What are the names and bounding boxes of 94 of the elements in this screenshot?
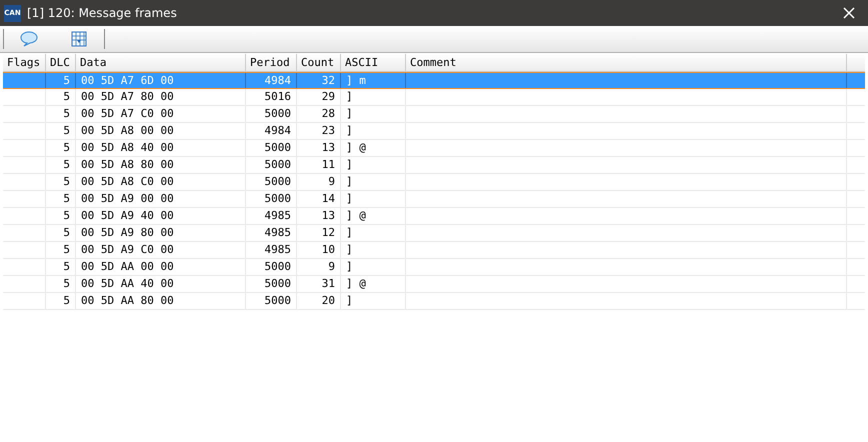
table-cell: ] (341, 225, 406, 241)
table-cell: 5000 (246, 106, 297, 122)
grid-icon (71, 31, 87, 47)
window-title: [1] 120: Message frames (27, 5, 177, 22)
table-cell: 4985 (246, 225, 297, 241)
table-cell: 31 (297, 276, 341, 292)
table-cell: 00 5D A7 C0 00 (76, 106, 246, 122)
table-cell: ] (341, 174, 406, 190)
table-cell: ] (341, 191, 406, 207)
table-cell: 13 (297, 140, 341, 156)
table-row[interactable]: 5 00 5D A8 00 00 4984 23 ] (3, 123, 865, 140)
table-cell: 00 5D A7 80 00 (76, 89, 246, 105)
table-cell: 5 (46, 140, 76, 156)
table-cell: 5 (46, 259, 76, 275)
table-cell: 29 (297, 89, 341, 105)
table-cell: 5 (46, 174, 76, 190)
table-cell: 5000 (246, 157, 297, 173)
table-cell: 5 (46, 73, 76, 88)
table-cell: 5 (46, 191, 76, 207)
table-cell: ] @ (341, 276, 406, 292)
speech-bubble-icon (20, 31, 38, 47)
table-cell: 4985 (246, 208, 297, 224)
table-cell: 12 (297, 225, 341, 241)
table-row[interactable]: 5 00 5D AA 80 00 5000 20 ] (3, 293, 865, 310)
table-cell: ] (341, 242, 406, 258)
table-cell: ] (341, 157, 406, 173)
column-header[interactable]: ASCII (341, 54, 406, 71)
column-header[interactable]: Comment (406, 54, 847, 71)
table-row[interactable]: 5 00 5D AA 40 00 5000 31 ] @ (3, 276, 865, 293)
table-cell: 00 5D A8 C0 00 (76, 174, 246, 190)
table-cell: ] (341, 89, 406, 105)
table-cell: 5 (46, 276, 76, 292)
table-cell: 9 (297, 174, 341, 190)
table-row[interactable]: 5 00 5D A9 C0 00 4985 10 ] (3, 242, 865, 259)
table-cell: 00 5D A8 80 00 (76, 157, 246, 173)
table-row[interactable]: 5 00 5D A9 40 00 4985 13 ] @ (3, 208, 865, 225)
table-row[interactable]: 5 00 5D AA 00 00 5000 9 ] (3, 259, 865, 276)
table-row[interactable]: 5 00 5D A7 80 00 5016 29 ] (3, 89, 865, 106)
table-row[interactable]: 5 00 5D A7 C0 00 5000 28 ] (3, 106, 865, 123)
table-cell: 5000 (246, 259, 297, 275)
table-cell: 5 (46, 157, 76, 173)
table-cell: ] (341, 259, 406, 275)
table-cell: 00 5D A9 C0 00 (76, 242, 246, 258)
table-row[interactable]: 5 00 5D A8 C0 00 5000 9 ] (3, 174, 865, 191)
table-cell: ] m (341, 73, 406, 88)
table-cell: 5 (46, 293, 76, 309)
table-cell: 00 5D A8 40 00 (76, 140, 246, 156)
table-cell: 00 5D AA 80 00 (76, 293, 246, 309)
table-cell: 5000 (246, 174, 297, 190)
table-cell: 00 5D A9 80 00 (76, 225, 246, 241)
table-cell: 00 5D A9 00 00 (76, 191, 246, 207)
table-cell: 5 (46, 225, 76, 241)
column-header[interactable]: Count (297, 54, 341, 71)
table-cell: 5016 (246, 89, 297, 105)
table-cell: 00 5D A7 6D 00 (76, 73, 246, 88)
table-cell: 5 (46, 89, 76, 105)
table-cell: 10 (297, 242, 341, 258)
table-cell: 5 (46, 106, 76, 122)
table-cell: 4984 (246, 73, 297, 88)
table-cell: ] @ (341, 208, 406, 224)
table-row[interactable]: 5 00 5D A8 40 00 5000 13 ] @ (3, 140, 865, 157)
table-cell: 5 (46, 208, 76, 224)
column-header[interactable]: Flags (3, 54, 46, 71)
table-cell: 5000 (246, 293, 297, 309)
table-cell: ] (341, 293, 406, 309)
table-cell: 20 (297, 293, 341, 309)
column-header[interactable]: Data (76, 54, 246, 71)
table-cell: 4984 (246, 123, 297, 139)
table-cell: 00 5D A8 00 00 (76, 123, 246, 139)
close-icon (843, 7, 855, 19)
table-cell: 00 5D A9 40 00 (76, 208, 246, 224)
table-cell: 00 5D AA 40 00 (76, 276, 246, 292)
table-cell: 14 (297, 191, 341, 207)
table-row[interactable]: 5 00 5D A9 80 00 4985 12 ] (3, 225, 865, 242)
table-cell: ] (341, 123, 406, 139)
table-cell: 5 (46, 123, 76, 139)
table-cell: 00 5D AA 00 00 (76, 259, 246, 275)
table-cell: 23 (297, 123, 341, 139)
column-header[interactable]: Period (246, 54, 297, 71)
table-row[interactable]: 5 00 5D A8 80 00 5000 11 ] (3, 157, 865, 174)
table-cell: 13 (297, 208, 341, 224)
table-cell: 32 (297, 73, 341, 88)
table-cell: ] (341, 106, 406, 122)
column-header[interactable]: DLC (46, 54, 76, 71)
table-cell: 28 (297, 106, 341, 122)
table-cell: 5000 (246, 191, 297, 207)
table-cell: 9 (297, 259, 341, 275)
table-cell: ] @ (341, 140, 406, 156)
table-cell: 5000 (246, 140, 297, 156)
table-cell: 11 (297, 157, 341, 173)
table-cell: 5 (46, 242, 76, 258)
table-cell: 5000 (246, 276, 297, 292)
table-row[interactable]: 5 00 5D A9 00 00 5000 14 ] (3, 191, 865, 208)
table-cell: 4985 (246, 242, 297, 258)
